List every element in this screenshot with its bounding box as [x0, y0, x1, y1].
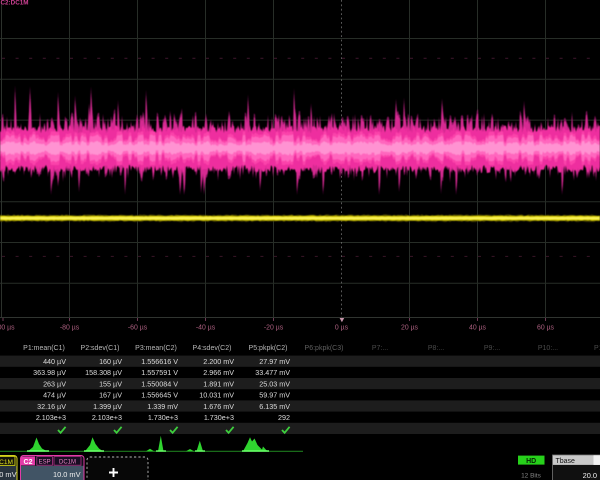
svg-text:-100 µs: -100 µs: [0, 325, 15, 332]
svg-text:P10:...: P10:...: [538, 345, 558, 352]
svg-text:160 µV: 160 µV: [99, 357, 122, 366]
svg-text:P8:...: P8:...: [428, 345, 444, 352]
svg-text:1.730e+3: 1.730e+3: [204, 413, 234, 422]
svg-text:P1:mean(C1): P1:mean(C1): [23, 345, 65, 352]
svg-text:C2: C2: [24, 459, 33, 466]
svg-text:25.03 mV: 25.03 mV: [259, 379, 290, 388]
svg-text:2.103e+3: 2.103e+3: [92, 413, 122, 422]
svg-text:2.200 mV: 2.200 mV: [203, 357, 234, 366]
svg-text:P6:pkpk(C3): P6:pkpk(C3): [305, 345, 344, 352]
svg-text:2.103e+3: 2.103e+3: [36, 413, 66, 422]
svg-text:-40 µs: -40 µs: [196, 325, 216, 332]
svg-text:292: 292: [278, 413, 290, 422]
svg-text:167 µV: 167 µV: [99, 391, 122, 400]
svg-text:P11: P11: [594, 345, 600, 352]
svg-text:1.676 mV: 1.676 mV: [203, 402, 234, 411]
svg-text:20 µs: 20 µs: [401, 325, 419, 332]
svg-text:1.339 mV: 1.339 mV: [147, 402, 178, 411]
svg-text:1.891 mV: 1.891 mV: [203, 379, 234, 388]
svg-text:60 µs: 60 µs: [537, 325, 555, 332]
svg-text:1.556616 V: 1.556616 V: [141, 357, 178, 366]
svg-text:263 µV: 263 µV: [43, 379, 66, 388]
svg-text:27.97 mV: 27.97 mV: [259, 357, 290, 366]
svg-text:12 Bits: 12 Bits: [521, 472, 542, 479]
svg-text:440 µV: 440 µV: [43, 357, 66, 366]
svg-text:P5:pkpk(C2): P5:pkpk(C2): [249, 345, 288, 352]
svg-text:158.308 µV: 158.308 µV: [85, 368, 122, 377]
svg-text:P9:...: P9:...: [484, 345, 500, 352]
svg-text:10.031 mV: 10.031 mV: [199, 391, 234, 400]
svg-text:20.0: 20.0: [583, 471, 597, 480]
svg-text:DC1M: DC1M: [59, 459, 76, 465]
svg-text:1.556645 V: 1.556645 V: [141, 391, 178, 400]
svg-text:2.966 mV: 2.966 mV: [203, 368, 234, 377]
svg-text:ESP: ESP: [39, 459, 51, 465]
svg-text:40 µs: 40 µs: [469, 325, 487, 332]
svg-text:155 µV: 155 µV: [99, 379, 122, 388]
svg-text:1.550084 V: 1.550084 V: [141, 379, 178, 388]
svg-text:-80 µs: -80 µs: [60, 325, 80, 332]
svg-text:1.399 µV: 1.399 µV: [93, 402, 122, 411]
svg-text:DC1M: DC1M: [0, 459, 13, 466]
svg-text:33.477 mV: 33.477 mV: [255, 368, 290, 377]
svg-text:C2:DC1M: C2:DC1M: [1, 0, 29, 6]
svg-text:1.730e+3: 1.730e+3: [148, 413, 178, 422]
svg-text:P3:mean(C2): P3:mean(C2): [135, 345, 177, 352]
svg-text:0 mV: 0 mV: [0, 470, 17, 479]
svg-text:P7:...: P7:...: [372, 345, 388, 352]
svg-text:363.98 µV: 363.98 µV: [33, 368, 66, 377]
svg-text:HD: HD: [526, 458, 536, 465]
svg-text:6.135 mV: 6.135 mV: [259, 402, 290, 411]
svg-text:59.97 mV: 59.97 mV: [259, 391, 290, 400]
svg-text:10.0 mV: 10.0 mV: [53, 470, 81, 479]
svg-text:474 µV: 474 µV: [43, 391, 66, 400]
svg-text:-20 µs: -20 µs: [264, 325, 284, 332]
svg-text:-60 µs: -60 µs: [128, 325, 148, 332]
svg-text:0 µs: 0 µs: [335, 325, 349, 332]
svg-text:Tbase: Tbase: [556, 458, 576, 465]
svg-text:P2:sdev(C1): P2:sdev(C1): [81, 345, 120, 352]
svg-text:32.16 µV: 32.16 µV: [37, 402, 66, 411]
svg-text:P4:sdev(C2): P4:sdev(C2): [193, 345, 232, 352]
svg-text:1.557591 V: 1.557591 V: [141, 368, 178, 377]
